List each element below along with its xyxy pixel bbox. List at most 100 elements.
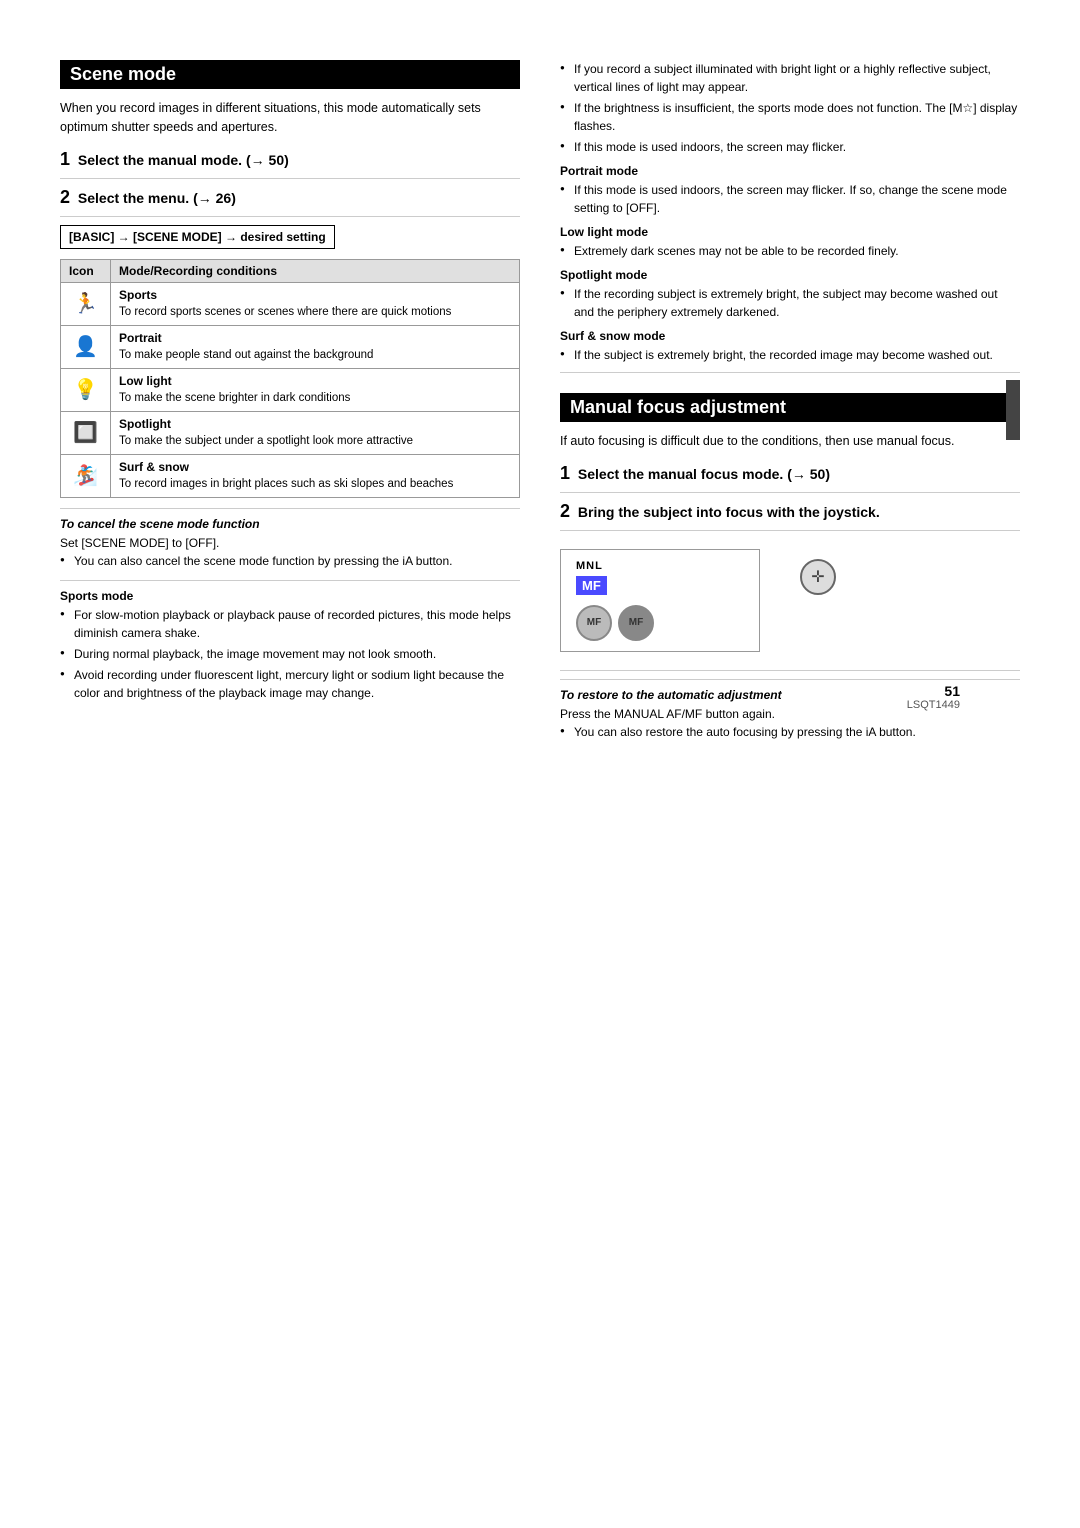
surf-icon: 🏂 [73, 465, 98, 487]
spotlight-note-section: Spotlight mode If the recording subject … [560, 268, 1020, 321]
surf-mode-cell: Surf & snow To record images in bright p… [111, 454, 520, 497]
right-top-bullets: If you record a subject illuminated with… [560, 60, 1020, 156]
surf-note-section: Surf & snow mode If the subject is extre… [560, 329, 1020, 364]
mf-step-2: 2 Bring the subject into focus with the … [560, 501, 1020, 522]
step-1-ref-val: → 50 [251, 152, 284, 168]
divider-right-1 [560, 372, 1020, 373]
lowlight-mode-name: Low light [119, 374, 511, 388]
mf-left-label: MF [587, 617, 601, 628]
cancel-note-text: Set [SCENE MODE] to [OFF]. [60, 534, 520, 552]
right-bullet-2: If the brightness is insufficient, the s… [560, 99, 1020, 135]
mf-step-1: 1 Select the manual focus mode. (→ 50) [560, 463, 1020, 484]
step-2-number: 2 [60, 187, 70, 207]
portrait-note-bullet: If this mode is used indoors, the screen… [560, 181, 1020, 217]
sports-icon-cell: 🏃 [61, 282, 111, 325]
right-column: If you record a subject illuminated with… [560, 60, 1020, 751]
mf-indicator: MF [576, 576, 607, 595]
portrait-icon: 👤 [73, 336, 98, 358]
portrait-icon-cell: 👤 [61, 325, 111, 368]
spotlight-mode-cell: Spotlight To make the subject under a sp… [111, 411, 520, 454]
mf-divider-3 [560, 670, 1020, 671]
page-wrapper: Scene mode When you record images in dif… [60, 60, 1020, 751]
cancel-note: To cancel the scene mode function Set [S… [60, 508, 520, 570]
scene-mode-title: Scene mode [60, 60, 520, 89]
manual-focus-title: Manual focus adjustment [560, 393, 1020, 422]
surf-mode-name: Surf & snow [119, 460, 511, 474]
divider-2 [60, 216, 520, 217]
sports-mode-section: Sports mode For slow-motion playback or … [60, 589, 520, 702]
lowlight-icon-cell: 💡 [61, 368, 111, 411]
spotlight-mode-name: Spotlight [119, 417, 511, 431]
section-tab [1006, 380, 1020, 440]
mf-step-1-label: Select the manual focus mode. [578, 466, 783, 482]
step-1-number: 1 [60, 149, 70, 169]
mf-joystick-icon [800, 559, 836, 595]
surf-note-heading: Surf & snow mode [560, 329, 1020, 343]
manual-focus-intro: If auto focusing is difficult due to the… [560, 432, 1020, 451]
lowlight-mode-desc: To make the scene brighter in dark condi… [119, 392, 350, 404]
mf-step-2-number: 2 [560, 501, 570, 521]
step-2-label: Select the menu. [78, 190, 189, 206]
setting-box: [BASIC] → [SCENE MODE] → desired setting [60, 225, 335, 249]
spotlight-note-bullet: If the recording subject is extremely br… [560, 285, 1020, 321]
mf-left-button: MF [576, 605, 612, 641]
portrait-mode-cell: Portrait To make people stand out agains… [111, 325, 520, 368]
sports-bullet-2: During normal playback, the image moveme… [60, 645, 520, 663]
step-2-ref-val: → 26 [198, 190, 231, 206]
table-row: 🏃 Sports To record sports scenes or scen… [61, 282, 520, 325]
lowlight-note-section: Low light mode Extremely dark scenes may… [560, 225, 1020, 260]
spotlight-mode-desc: To make the subject under a spotlight lo… [119, 435, 413, 447]
scene-mode-intro: When you record images in different situ… [60, 99, 520, 137]
mf-divider-1 [560, 492, 1020, 493]
mf-mnl-label: MNL [576, 560, 744, 572]
lowlight-icon: 💡 [73, 379, 98, 401]
portrait-mode-name: Portrait [119, 331, 511, 345]
table-row: 🏂 Surf & snow To record images in bright… [61, 454, 520, 497]
cancel-note-title: To cancel the scene mode function [60, 517, 520, 531]
table-row: 👤 Portrait To make people stand out agai… [61, 325, 520, 368]
page-number: 51 [907, 683, 960, 699]
mf-joystick-container [780, 539, 836, 595]
spotlight-icon-cell: 🔲 [61, 411, 111, 454]
step-1-label: Select the manual mode. [78, 152, 242, 168]
surf-mode-desc: To record images in bright places such a… [119, 478, 453, 490]
lowlight-note-bullet: Extremely dark scenes may not be able to… [560, 242, 1020, 260]
divider-1 [60, 178, 520, 179]
sports-mode-heading: Sports mode [60, 589, 520, 603]
portrait-note-heading: Portrait mode [560, 164, 1020, 178]
lowlight-note-heading: Low light mode [560, 225, 1020, 239]
table-header-mode: Mode/Recording conditions [111, 259, 520, 282]
surf-note-bullet: If the subject is extremely bright, the … [560, 346, 1020, 364]
mf-display-row: MNL MF MF MF [560, 539, 1020, 662]
spotlight-icon: 🔲 [73, 422, 98, 444]
portrait-mode-desc: To make people stand out against the bac… [119, 349, 373, 361]
divider-3 [60, 580, 520, 581]
table-row: 🔲 Spotlight To make the subject under a … [61, 411, 520, 454]
page-content: Scene mode When you record images in dif… [60, 60, 1020, 751]
mf-step-1-number: 1 [560, 463, 570, 483]
right-bullet-3: If this mode is used indoors, the screen… [560, 138, 1020, 156]
right-bullet-1: If you record a subject illuminated with… [560, 60, 1020, 96]
sports-mode-desc: To record sports scenes or scenes where … [119, 306, 451, 318]
mf-step-2-label: Bring the subject into focus with the jo… [578, 504, 880, 520]
step-1: 1 Select the manual mode. (→ 50) [60, 149, 520, 170]
sports-bullet-3: Avoid recording under fluorescent light,… [60, 666, 520, 702]
page-footer: 51 LSQT1449 [907, 683, 960, 711]
sports-mode-name: Sports [119, 288, 511, 302]
mf-display-box: MNL MF MF MF [560, 549, 760, 652]
mf-right-button: MF [618, 605, 654, 641]
spotlight-note-heading: Spotlight mode [560, 268, 1020, 282]
mode-table: Icon Mode/Recording conditions 🏃 Sports … [60, 259, 520, 498]
sports-mode-cell: Sports To record sports scenes or scenes… [111, 282, 520, 325]
page-code: LSQT1449 [907, 699, 960, 711]
step-2: 2 Select the menu. (→ 26) [60, 187, 520, 208]
mf-icons-row: MF MF [576, 605, 744, 641]
table-row: 💡 Low light To make the scene brighter i… [61, 368, 520, 411]
mf-divider-2 [560, 530, 1020, 531]
restore-note-bullet: You can also restore the auto focusing b… [560, 723, 1020, 741]
portrait-note-section: Portrait mode If this mode is used indoo… [560, 164, 1020, 217]
surf-icon-cell: 🏂 [61, 454, 111, 497]
left-column: Scene mode When you record images in dif… [60, 60, 520, 751]
lowlight-mode-cell: Low light To make the scene brighter in … [111, 368, 520, 411]
cancel-note-bullet: You can also cancel the scene mode funct… [60, 552, 520, 570]
